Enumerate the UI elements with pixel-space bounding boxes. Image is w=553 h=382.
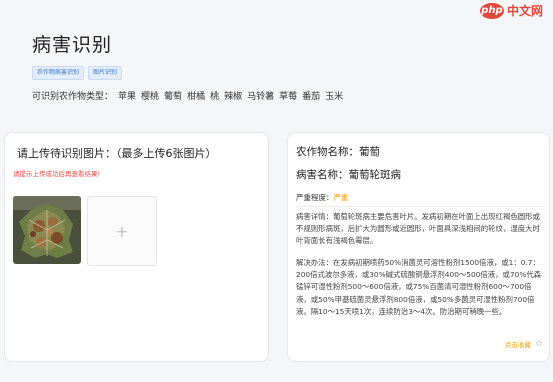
severity-value: 严重 — [333, 193, 349, 202]
crop-types-label: 可识别农作物类型： — [32, 92, 114, 102]
crop-types-row: 可识别农作物类型： 苹果 樱桃 葡萄 柑橘 桃 辣椒 马铃薯 草莓 番茄 玉米 — [32, 89, 343, 102]
add-image-button[interactable]: + — [87, 196, 157, 266]
crop-name-value: 葡萄 — [359, 146, 380, 158]
watermark: php 中文网 — [479, 2, 543, 19]
crop-item: 玉米 — [325, 92, 344, 102]
crop-item: 葡萄 — [164, 92, 183, 102]
favorite-button[interactable]: 点击收藏 ☆ — [505, 339, 543, 349]
upload-card: 请上传待识别图片：（最多上传6张图片） 请提示上传成功后再查看结果! + — [4, 132, 269, 362]
divider — [296, 206, 543, 207]
disease-name-row: 病害名称：葡萄轮斑病 — [296, 167, 401, 182]
php-logo: php — [479, 2, 504, 19]
crop-item: 草莓 — [279, 92, 298, 102]
crop-item: 辣椒 — [224, 92, 243, 102]
crop-item: 柑橘 — [187, 92, 206, 102]
severity-label: 严重程度： — [296, 193, 334, 202]
disease-name-label: 病害名称： — [296, 169, 349, 181]
crop-item: 苹果 — [118, 92, 137, 102]
page-title: 病害识别 — [32, 34, 113, 56]
tag-image-recognition[interactable]: 图片识别 — [88, 66, 123, 80]
result-card: 农作物名称：葡萄 病害名称：葡萄轮斑病 严重程度：严重 病害详情：葡萄轮斑病主要… — [287, 132, 550, 362]
star-icon[interactable]: ☆ — [535, 339, 543, 349]
disease-detail: 病害详情：葡萄轮斑病主要危害叶片。发病初期在叶面上出现红褐色圆形或不规则形病斑，… — [296, 212, 540, 245]
uploaded-leaf-image[interactable] — [13, 196, 81, 264]
leaf-image — [13, 196, 81, 264]
watermark-text: 中文网 — [506, 4, 543, 18]
crop-name-label: 农作物名称： — [296, 146, 359, 158]
favorite-label[interactable]: 点击收藏 — [505, 339, 531, 349]
disease-name-value: 葡萄轮斑病 — [348, 169, 402, 181]
tag-list: 农作物病害识别 图片识别 — [32, 66, 123, 80]
severity-row: 严重程度：严重 — [296, 192, 349, 203]
tag-crop-disease[interactable]: 农作物病害识别 — [32, 66, 85, 80]
crop-name-row: 农作物名称：葡萄 — [296, 144, 380, 159]
header: 病害识别 农作物病害识别 图片识别 可识别农作物类型： 苹果 樱桃 葡萄 柑橘 … — [0, 0, 553, 120]
upload-title: 请上传待识别图片：（最多上传6张图片） — [17, 147, 217, 160]
treatment-method: 解决办法：在发病初期喷药50%消菌灵可溶性粉剂1500倍液，或1：0.7：200… — [296, 258, 542, 316]
crop-item: 马铃薯 — [247, 92, 275, 102]
crop-item: 桃 — [210, 92, 220, 102]
crop-item: 樱桃 — [141, 92, 160, 102]
crop-item: 番茄 — [302, 92, 321, 102]
upload-hint: 请提示上传成功后再查看结果! — [13, 170, 101, 178]
